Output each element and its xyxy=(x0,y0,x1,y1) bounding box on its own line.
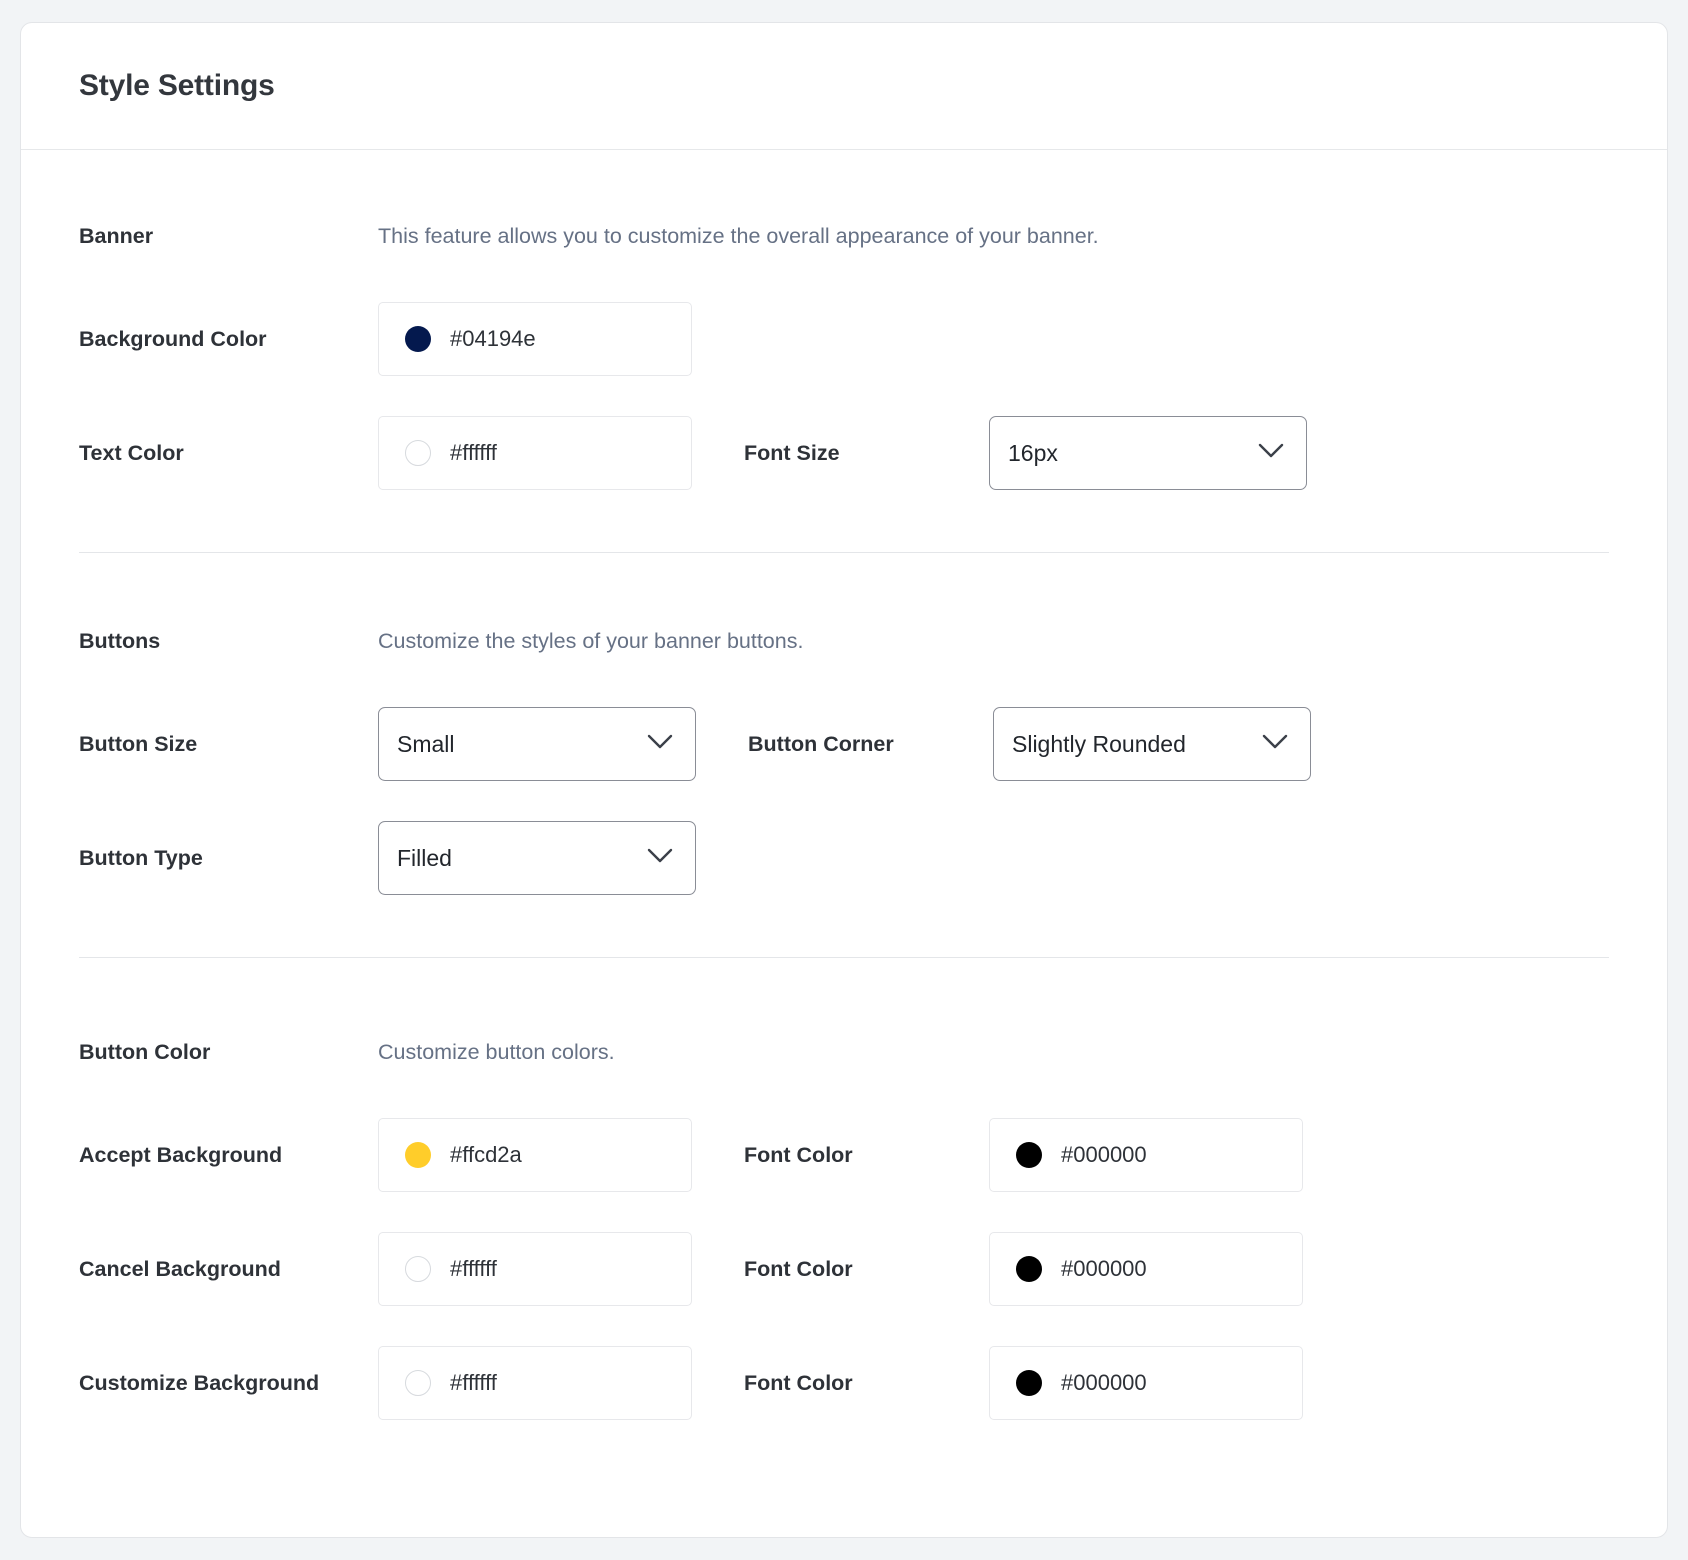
text-color-swatch[interactable] xyxy=(405,440,431,466)
background-color-input[interactable]: #04194e xyxy=(378,302,692,376)
cancel-font-color-input[interactable]: #000000 xyxy=(989,1232,1303,1306)
button-size-value: Small xyxy=(397,730,455,757)
cancel-background-label: Cancel Background xyxy=(79,1256,281,1281)
accept-font-color-value: #000000 xyxy=(1061,1142,1147,1167)
customize-background-label: Customize Background xyxy=(79,1370,320,1395)
button-size-row: Button Size Small Button Corner Slightly… xyxy=(79,707,1609,781)
customize-font-color-input[interactable]: #000000 xyxy=(989,1346,1303,1420)
background-color-value: #04194e xyxy=(450,326,536,351)
accept-font-color-label: Font Color xyxy=(744,1142,853,1167)
font-size-select[interactable]: 16px xyxy=(989,416,1307,490)
customize-background-swatch[interactable] xyxy=(405,1370,431,1396)
button-size-select[interactable]: Small xyxy=(378,707,696,781)
cancel-background-swatch[interactable] xyxy=(405,1256,431,1282)
customize-background-input[interactable]: #ffffff xyxy=(378,1346,692,1420)
buttons-description: Customize the styles of your banner butt… xyxy=(378,628,804,653)
button-corner-select[interactable]: Slightly Rounded xyxy=(993,707,1311,781)
banner-description: This feature allows you to customize the… xyxy=(378,223,1099,248)
cancel-background-value: #ffffff xyxy=(450,1256,497,1281)
card-body: Banner This feature allows you to custom… xyxy=(21,150,1667,1490)
buttons-description-row: Buttons Customize the styles of your ban… xyxy=(79,609,1609,673)
accept-background-swatch[interactable] xyxy=(405,1142,431,1168)
button-color-description-row: Button Color Customize button colors. xyxy=(79,1020,1609,1084)
card-header: Style Settings xyxy=(21,23,1667,150)
button-corner-label: Button Corner xyxy=(748,731,894,756)
button-type-select[interactable]: Filled xyxy=(378,821,696,895)
button-size-label: Button Size xyxy=(79,731,198,756)
background-color-swatch[interactable] xyxy=(405,326,431,352)
accept-font-color-input[interactable]: #000000 xyxy=(989,1118,1303,1192)
font-size-label: Font Size xyxy=(744,440,840,465)
customize-font-color-label: Font Color xyxy=(744,1370,853,1395)
button-corner-value: Slightly Rounded xyxy=(1012,730,1186,757)
page-background: Style Settings Banner This feature allow… xyxy=(0,0,1688,1560)
cancel-font-color-swatch[interactable] xyxy=(1016,1256,1042,1282)
button-color-section: Button Color Customize button colors. Ac… xyxy=(79,958,1609,1490)
accept-background-label: Accept Background xyxy=(79,1142,283,1167)
button-type-value: Filled xyxy=(397,844,452,871)
button-type-row: Button Type Filled xyxy=(79,821,1609,895)
page-title: Style Settings xyxy=(79,69,275,102)
banner-section: Banner This feature allows you to custom… xyxy=(79,150,1609,552)
text-color-value: #ffffff xyxy=(450,440,497,465)
background-color-row: Background Color #04194e xyxy=(79,302,1609,376)
banner-label: Banner xyxy=(79,223,154,248)
buttons-section: Buttons Customize the styles of your ban… xyxy=(79,553,1609,957)
button-color-description: Customize button colors. xyxy=(378,1039,615,1064)
accept-font-color-swatch[interactable] xyxy=(1016,1142,1042,1168)
text-color-input[interactable]: #ffffff xyxy=(378,416,692,490)
button-color-label: Button Color xyxy=(79,1039,211,1064)
customize-background-row: Customize Background #ffffff Font Color … xyxy=(79,1346,1609,1420)
chevron-down-icon xyxy=(1258,443,1284,464)
chevron-down-icon xyxy=(647,848,673,869)
customize-font-color-swatch[interactable] xyxy=(1016,1370,1042,1396)
cancel-font-color-label: Font Color xyxy=(744,1256,853,1281)
text-color-label: Text Color xyxy=(79,440,184,465)
accept-background-row: Accept Background #ffcd2a Font Color #00… xyxy=(79,1118,1609,1192)
text-color-row: Text Color #ffffff Font Size 16px xyxy=(79,416,1609,490)
customize-background-value: #ffffff xyxy=(450,1370,497,1395)
chevron-down-icon xyxy=(647,734,673,755)
cancel-font-color-value: #000000 xyxy=(1061,1256,1147,1281)
customize-font-color-value: #000000 xyxy=(1061,1370,1147,1395)
accept-background-value: #ffcd2a xyxy=(450,1142,522,1167)
cancel-background-row: Cancel Background #ffffff Font Color #00… xyxy=(79,1232,1609,1306)
buttons-label: Buttons xyxy=(79,628,161,653)
accept-background-input[interactable]: #ffcd2a xyxy=(378,1118,692,1192)
background-color-label: Background Color xyxy=(79,326,267,351)
banner-description-row: Banner This feature allows you to custom… xyxy=(79,204,1609,268)
font-size-value: 16px xyxy=(1008,439,1058,466)
cancel-background-input[interactable]: #ffffff xyxy=(378,1232,692,1306)
button-type-label: Button Type xyxy=(79,845,203,870)
chevron-down-icon xyxy=(1262,734,1288,755)
style-settings-card: Style Settings Banner This feature allow… xyxy=(20,22,1668,1538)
